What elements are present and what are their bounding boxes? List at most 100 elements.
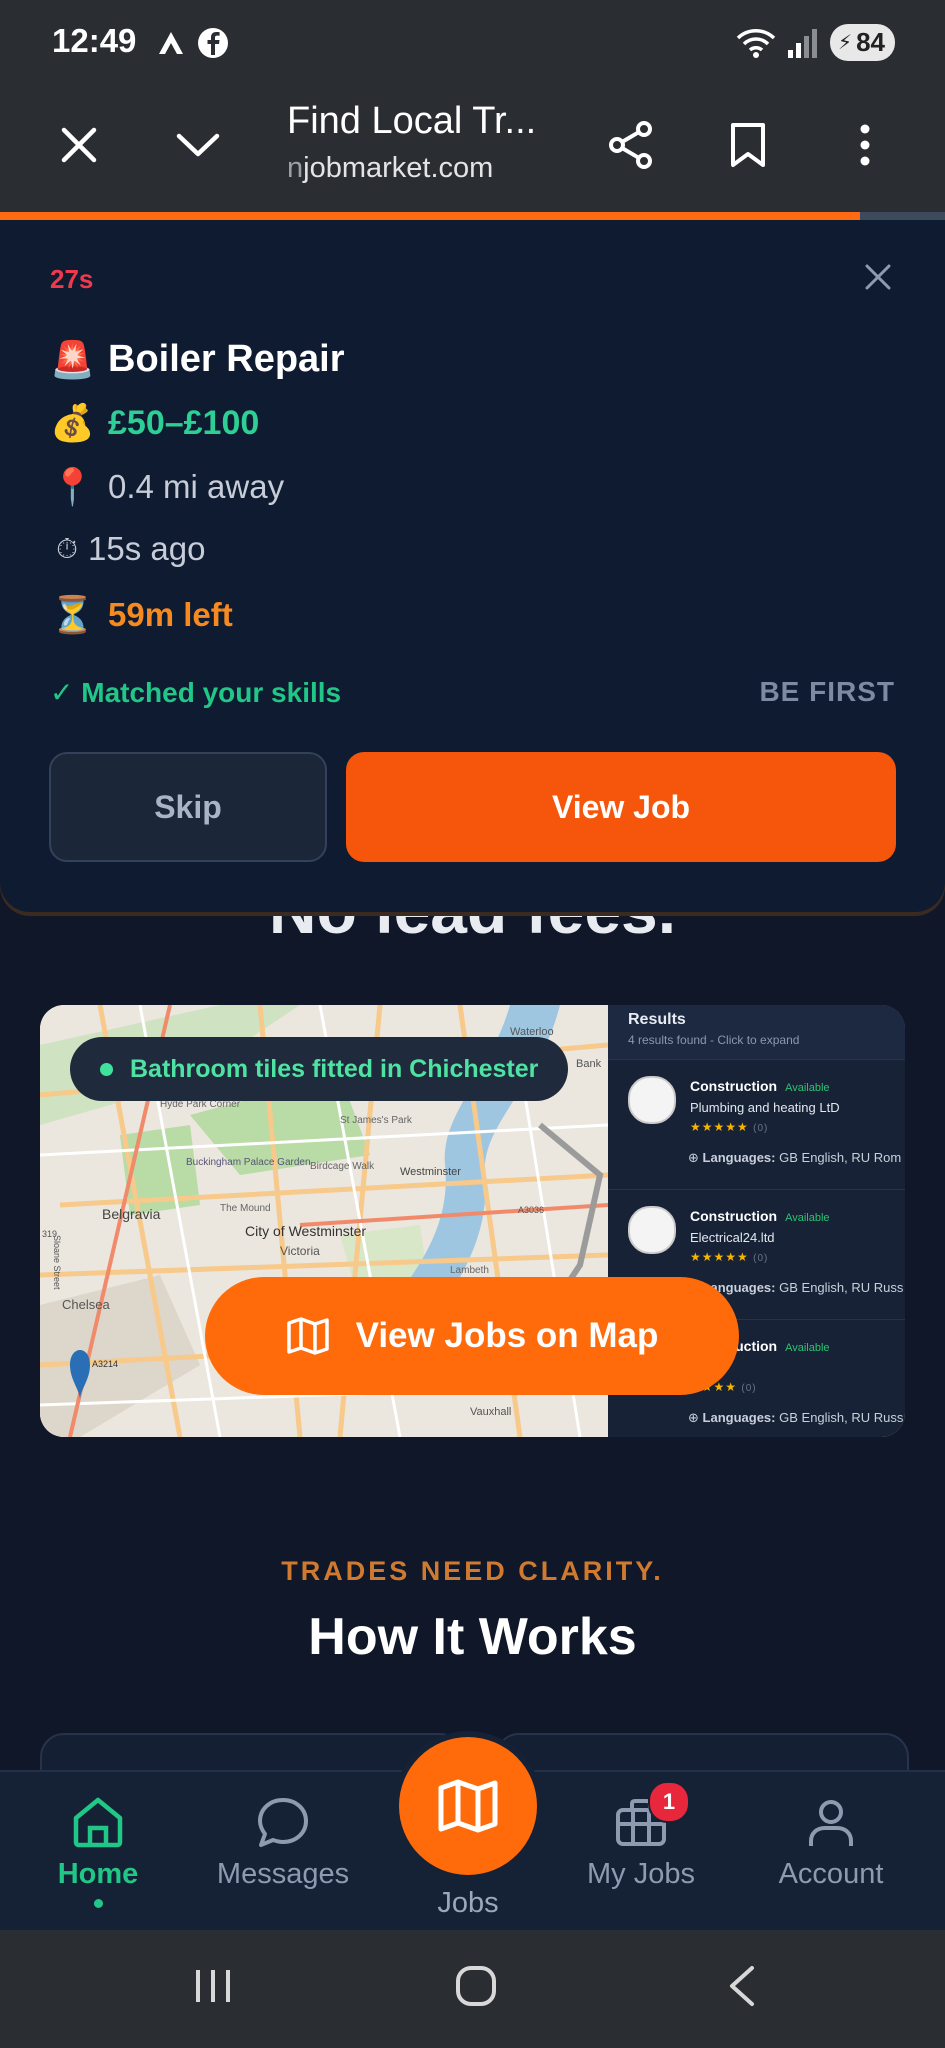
rating-stars: ★★★★★ (0) (690, 1120, 769, 1134)
company-name: Electrical24.ltd (690, 1230, 775, 1245)
map-label: St James's Park (340, 1115, 413, 1126)
stopwatch-icon: ⏱ (56, 532, 78, 564)
distance-row: 📍 0.4 mi away (50, 466, 284, 508)
section-title: How It Works (308, 1608, 637, 1666)
map-label: Bank (576, 1058, 602, 1070)
map-label: The Mound (220, 1203, 271, 1214)
globe-icon: ⊕ (688, 1150, 699, 1165)
live-job-pill: Bathroom tiles fitted in Chichester (70, 1037, 569, 1101)
bookmark-icon (731, 123, 765, 167)
dismiss-alert-button[interactable] (861, 260, 895, 294)
view-job-button[interactable]: View Job (346, 752, 896, 862)
nav-jobs-label: Jobs (437, 1887, 499, 1919)
nav-account[interactable]: Account (746, 1794, 916, 1891)
progress-fill (0, 212, 860, 220)
job-distance: 0.4 mi away (108, 468, 285, 505)
skills-match-label: ✓ Matched your skills (50, 677, 342, 708)
share-button[interactable] (596, 110, 666, 180)
be-first-label: BE FIRST (759, 676, 895, 707)
message-bubble-icon (258, 1798, 308, 1847)
page-title: Find Local Tr... (287, 100, 537, 142)
view-jobs-on-map-button[interactable]: View Jobs on Map (205, 1277, 739, 1395)
home-icon (73, 1797, 123, 1848)
availability-badge: Available (785, 1212, 830, 1224)
browser-toolbar: Find Local Tr... njobmarket.com (0, 86, 945, 214)
map-label: A3214 (92, 1359, 118, 1369)
map-label: Vauxhall (470, 1406, 511, 1418)
bookmark-button[interactable] (713, 110, 783, 180)
time-left-row: ⏳ 59m left (50, 594, 233, 636)
nav-messages[interactable]: Messages (198, 1794, 368, 1891)
map-label: Belgravia (102, 1206, 161, 1222)
posted-row: ⏱ 15s ago (50, 530, 205, 568)
nav-jobs-button[interactable] (399, 1737, 537, 1875)
recent-apps-button[interactable] (192, 1966, 234, 2006)
status-bar: 12:49 ⚡ 84 (0, 0, 945, 86)
system-navigation (0, 1930, 945, 2048)
skip-button[interactable]: Skip (49, 752, 327, 862)
job-alert-card: 27s 🚨 Boiler Repair 💰 £50–£100 📍 0.4 mi … (0, 220, 945, 912)
results-title: Results (628, 1011, 686, 1028)
availability-badge: Available (785, 1082, 830, 1094)
job-price: £50–£100 (108, 403, 260, 442)
nav-home[interactable]: Home (13, 1794, 183, 1908)
map-label: Victoria (280, 1244, 320, 1258)
share-icon (609, 121, 652, 169)
my-jobs-badge: 1 (648, 1781, 690, 1823)
company-name: Plumbing and heating LtD (690, 1100, 840, 1115)
money-bag-icon: 💰 (50, 402, 95, 443)
job-posted-time: 15s ago (88, 530, 206, 567)
battery-level: 84 (856, 27, 885, 57)
hourglass-icon: ⏳ (50, 594, 95, 635)
back-button[interactable] (724, 1964, 760, 2008)
map-label: Buckingham Palace Garden (186, 1157, 311, 1168)
page-load-progress (0, 212, 945, 220)
chevron-down-icon (176, 133, 220, 157)
map-label: A3036 (518, 1205, 544, 1215)
live-dot (100, 1063, 113, 1076)
minimize-button[interactable] (163, 110, 233, 180)
active-indicator (93, 1899, 103, 1908)
live-job-text: Bathroom tiles fitted in Chichester (130, 1054, 539, 1083)
company-logo (628, 1076, 676, 1124)
languages: ⊕ Languages: GB English, RU Rom (688, 1150, 902, 1165)
results-count: 4 results found - Click to expand (628, 1033, 800, 1047)
rating-stars: ★★★★★ (0) (690, 1250, 769, 1264)
facebook-icon (198, 28, 228, 58)
job-title: Boiler Repair (108, 338, 345, 380)
price-row: 💰 £50–£100 (50, 402, 259, 444)
map-label: Sloane Street (52, 1235, 62, 1290)
map-icon (438, 1779, 498, 1833)
wifi-icon (736, 28, 776, 58)
section-tagline: TRADES NEED CLARITY. (281, 1556, 664, 1586)
map-icon (286, 1317, 329, 1355)
battery-saver-icon: ⚡ (838, 32, 853, 54)
more-options-button[interactable] (830, 110, 900, 180)
job-title-row: 🚨 Boiler Repair (50, 338, 345, 381)
status-time: 12:49 (52, 22, 137, 59)
user-icon (809, 1800, 853, 1846)
close-icon (61, 127, 97, 163)
more-vert-icon (860, 124, 870, 166)
page-url[interactable]: njobmarket.com (287, 152, 493, 185)
map-label: 319 (42, 1229, 57, 1239)
map-label: Chelsea (62, 1297, 110, 1312)
nav-my-jobs[interactable]: My Jobs (556, 1794, 726, 1891)
countdown-timer: 27s (50, 264, 94, 294)
home-system-button[interactable] (454, 1964, 498, 2008)
job-time-left: 59m left (108, 596, 233, 633)
battery-indicator: ⚡ 84 (830, 24, 895, 61)
pin-icon: 📍 (50, 466, 95, 507)
result-item[interactable]: Construction Available Plumbing and heati… (608, 1059, 905, 1188)
availability-badge: Available (785, 1342, 830, 1354)
close-tab-button[interactable] (44, 110, 114, 180)
siren-icon: 🚨 (50, 338, 95, 380)
map-label: Westminster (400, 1166, 461, 1178)
globe-icon: ⊕ (688, 1410, 699, 1425)
view-jobs-on-map-label: View Jobs on Map (355, 1316, 659, 1355)
company-logo (628, 1206, 676, 1254)
app-notification-icon (159, 32, 183, 54)
map-label: Lambeth (450, 1265, 489, 1276)
map-label: Birdcage Walk (310, 1161, 375, 1172)
map-label: City of Westminster (245, 1223, 366, 1239)
